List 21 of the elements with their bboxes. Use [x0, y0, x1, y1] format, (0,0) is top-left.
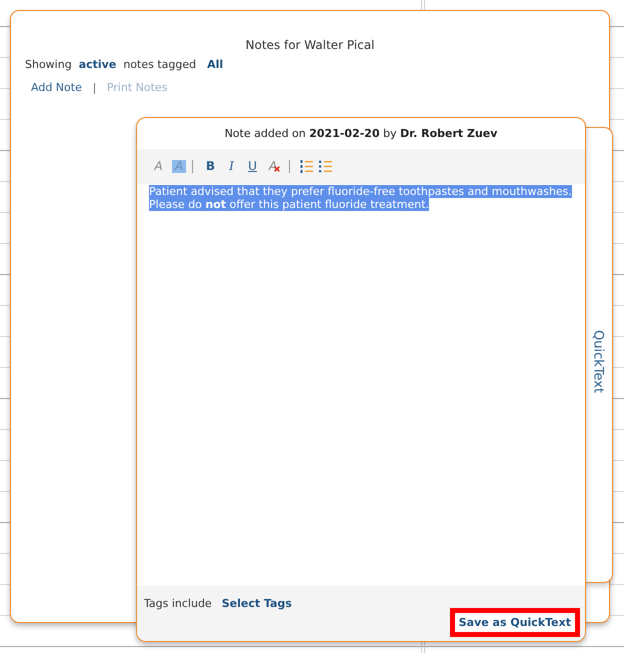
bullet-list-button[interactable]: [319, 160, 332, 173]
quicktext-tab[interactable]: QuickText: [584, 127, 613, 583]
italic-button[interactable]: I: [224, 159, 239, 174]
bullet-list-icon: [319, 160, 332, 173]
tags-label: Tags include: [144, 597, 212, 611]
add-note-link[interactable]: Add Note: [31, 81, 82, 95]
note-text-field[interactable]: Patient advised that they prefer fluoride-free toothpastes and mouthwashes. Please do not offer this patient fluoride treatment.: [137, 184, 585, 586]
numbered-list-icon: [300, 160, 313, 173]
save-as-quicktext-button[interactable]: Save as QuickText: [450, 608, 580, 637]
bold-button[interactable]: B: [203, 159, 218, 174]
dialog-title: Notes for Walter Pical: [246, 38, 374, 52]
font-color-button[interactable]: A: [151, 159, 166, 174]
select-tags-link[interactable]: Select Tags: [222, 597, 292, 611]
filter-middle-text: notes tagged: [123, 58, 196, 72]
cross-icon: [274, 166, 280, 172]
status-filter-link[interactable]: active: [78, 58, 116, 72]
filter-prefix: Showing: [25, 58, 72, 72]
tag-filter-link[interactable]: All: [207, 58, 224, 72]
note-header: Note added on 2021-02-20 by Dr. Robert Zuev: [224, 127, 498, 140]
numbered-list-button[interactable]: [300, 160, 313, 173]
underline-button[interactable]: U: [245, 159, 260, 174]
